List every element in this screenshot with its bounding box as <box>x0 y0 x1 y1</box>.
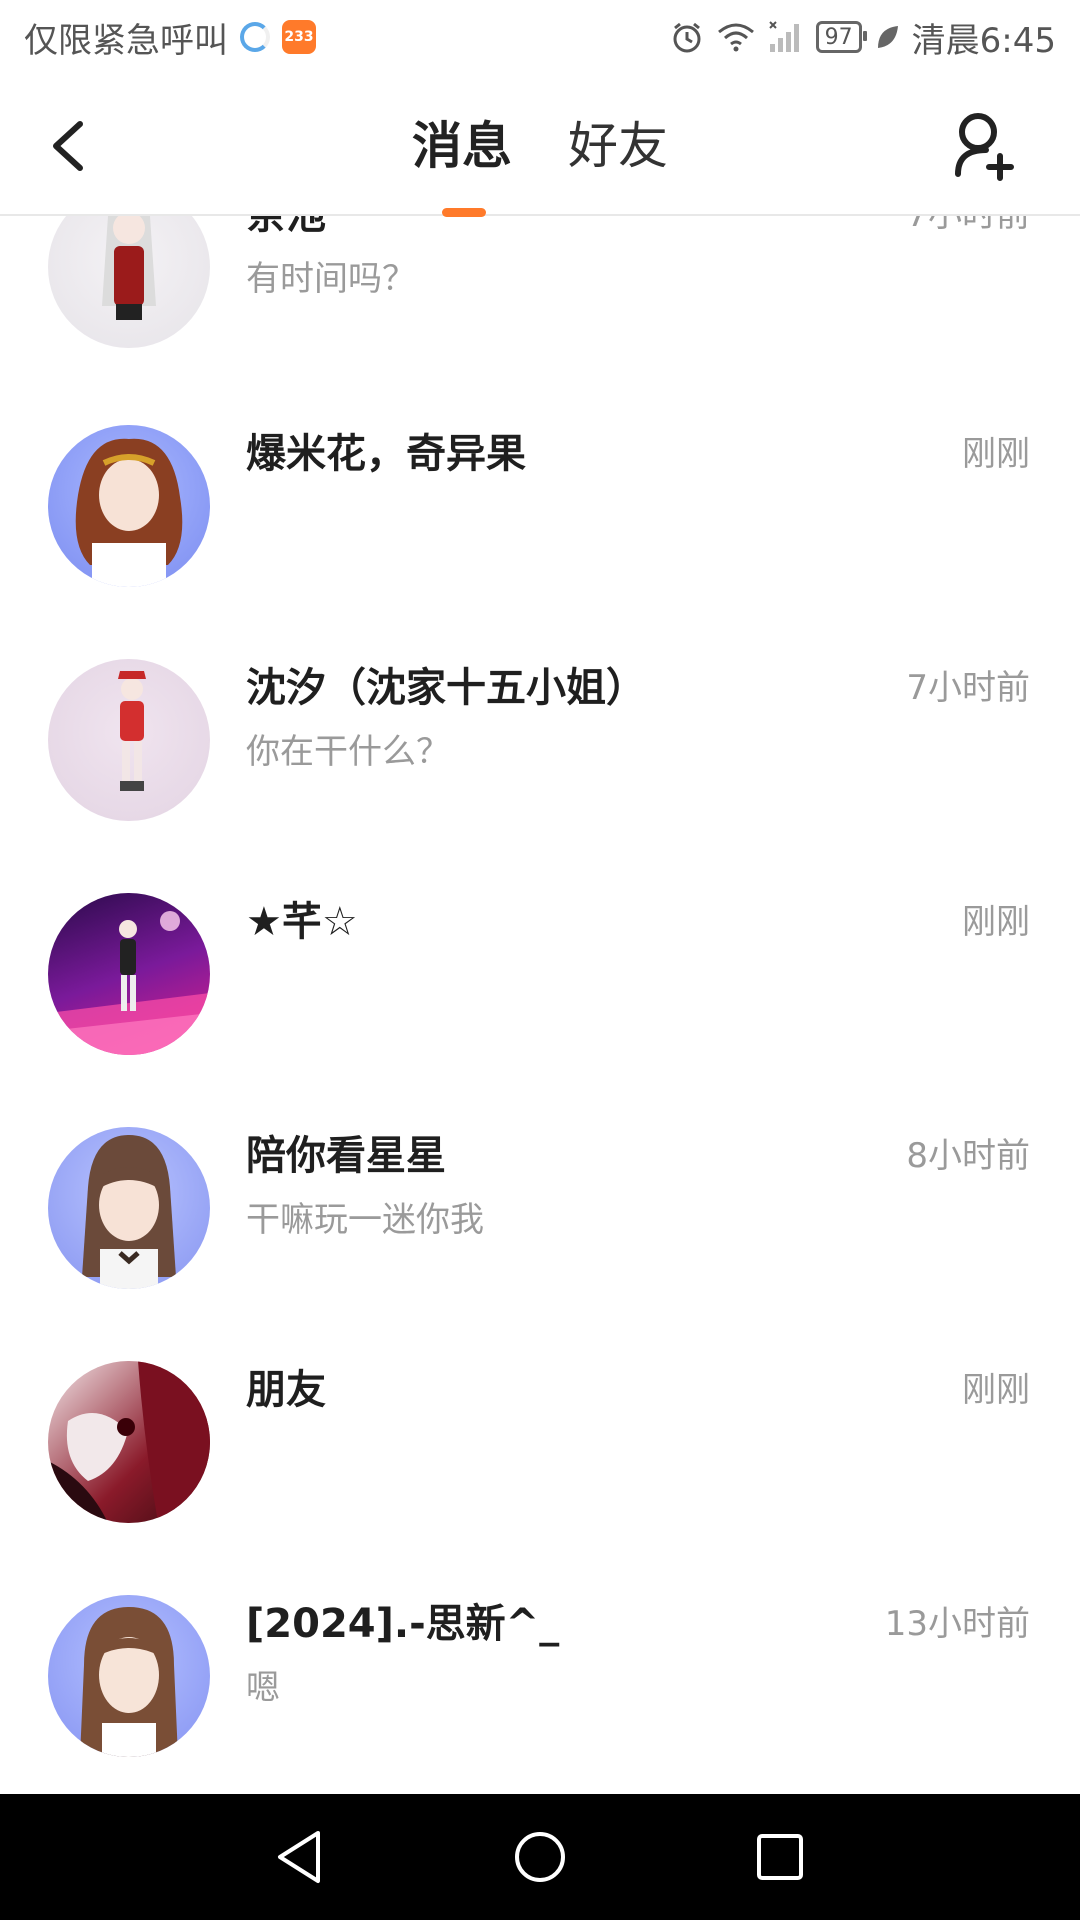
contact-name: 奈池 <box>246 216 326 240</box>
message-time: 8小时前 <box>906 1136 1030 1176</box>
message-preview: 嗯 <box>246 1668 280 1708</box>
leaf-icon <box>877 26 898 48</box>
game-app-icon: 233 <box>282 20 316 54</box>
nav-back-button[interactable] <box>270 1827 330 1887</box>
avatar-figure <box>75 438 183 587</box>
header: 消息 好友 <box>0 74 1080 217</box>
conversation-item[interactable]: [2024].-思新^_ 13小时前 嗯 <box>0 1595 1080 1794</box>
status-bar: 仅限紧急呼叫 233 97 清晨6:45 <box>0 0 1080 74</box>
avatar <box>48 216 210 348</box>
status-right: 97 清晨6:45 <box>670 13 1056 62</box>
conversation-item[interactable]: 奈池 7小时前 有时间吗？ <box>0 216 1080 420</box>
add-friend-button[interactable] <box>952 110 1018 182</box>
message-time: 13小时前 <box>884 1604 1030 1644</box>
battery-level: 97 <box>824 24 853 50</box>
carrier-text: 仅限紧急呼叫 <box>24 20 228 61</box>
avatar-figure <box>118 671 146 791</box>
message-preview: 干嘛玩一迷你我 <box>246 1200 484 1240</box>
status-left: 仅限紧急呼叫 233 <box>24 13 316 62</box>
avatar-figure <box>80 1607 178 1757</box>
contact-name: 爆米花，奇异果 <box>246 431 526 477</box>
add-user-icon <box>955 113 1014 181</box>
tab-friends[interactable]: 好友 <box>568 114 668 178</box>
clock-text: 清晨6:45 <box>911 20 1056 61</box>
message-time: 刚刚 <box>962 902 1030 942</box>
contact-name: ★芊☆ <box>246 899 358 945</box>
conversation-item[interactable]: 沈汐（沈家十五小姐） 7小时前 你在干什么？ <box>0 659 1080 893</box>
avatar <box>48 1127 210 1289</box>
message-preview: 你在干什么？ <box>246 732 450 772</box>
contact-name: 朋友 <box>246 1367 326 1413</box>
contact-name: 陪你看星星 <box>246 1133 446 1179</box>
browser-app-icon <box>240 22 270 52</box>
conversation-item[interactable]: 朋友 刚刚 <box>0 1361 1080 1595</box>
avatar-figure <box>48 1361 210 1523</box>
message-time: 刚刚 <box>962 1370 1030 1410</box>
conversation-item[interactable]: 陪你看星星 8小时前 干嘛玩一迷你我 <box>0 1127 1080 1361</box>
avatar-figure <box>82 1135 176 1289</box>
avatar <box>48 659 210 821</box>
avatar <box>48 1361 210 1523</box>
conversation-item[interactable]: 爆米花，奇异果 刚刚 <box>0 425 1080 659</box>
message-preview: 有时间吗？ <box>246 259 416 299</box>
tab-messages[interactable]: 消息 <box>412 114 512 178</box>
message-time: 7小时前 <box>906 216 1030 240</box>
nav-home-button[interactable] <box>510 1827 570 1887</box>
battery-indicator: 97 <box>815 21 867 53</box>
square-recents-icon <box>757 1834 803 1880</box>
back-button[interactable] <box>44 116 94 176</box>
avatar <box>48 425 210 587</box>
nav-recents-button[interactable] <box>750 1827 810 1887</box>
message-time: 7小时前 <box>906 668 1030 708</box>
wifi-icon <box>717 23 754 52</box>
avatar <box>48 893 210 1055</box>
signal-icon <box>768 21 799 52</box>
chevron-left-icon <box>53 121 83 171</box>
contact-name: [2024].-思新^_ <box>246 1601 560 1647</box>
conversation-item[interactable]: ★芊☆ 刚刚 <box>0 893 1080 1127</box>
avatar <box>48 1595 210 1757</box>
circle-home-icon <box>515 1832 565 1882</box>
message-time: 刚刚 <box>962 434 1030 474</box>
triangle-back-icon <box>278 1831 320 1883</box>
contact-name: 沈汐（沈家十五小姐） <box>246 665 646 711</box>
avatar-figure <box>102 216 156 320</box>
system-nav-bar <box>0 1794 1080 1920</box>
avatar-figure <box>48 911 210 1055</box>
alarm-icon <box>673 22 701 53</box>
conversation-list: 奈池 7小时前 有时间吗？ 爆米花，奇异果 刚刚 <box>0 216 1080 1794</box>
